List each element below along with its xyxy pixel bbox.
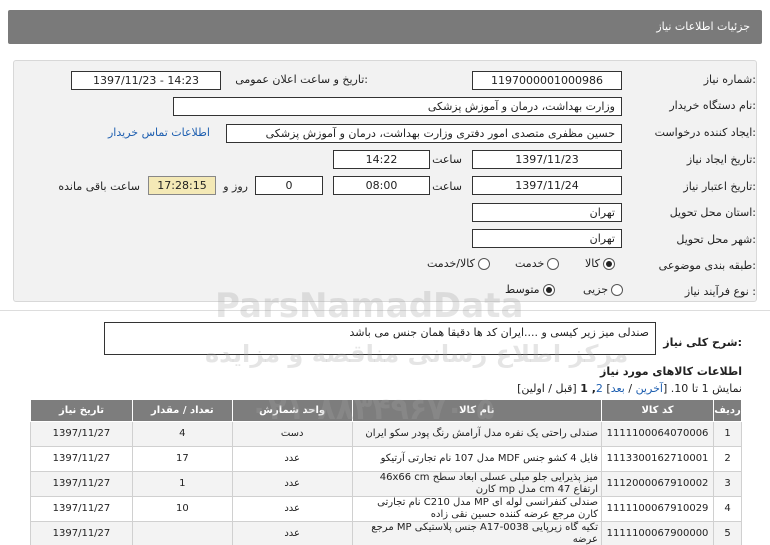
process-option-medium[interactable]: متوسط bbox=[505, 283, 555, 296]
row-index: 1 bbox=[713, 421, 742, 447]
row-date: 1397/11/27 bbox=[30, 521, 133, 545]
remaining-days-field: 0 bbox=[255, 176, 323, 195]
created-date-label: تاریخ ایجاد نیاز: bbox=[686, 153, 756, 166]
pagination-current-page: , 1 bbox=[580, 382, 596, 395]
province-field: تهران bbox=[472, 203, 622, 222]
category-label: طبقه بندی موضوعی: bbox=[658, 259, 756, 272]
process-label: نوع فرآیند نیاز : bbox=[684, 285, 756, 298]
buyer-field: وزارت بهداشت، درمان و آموزش پزشکی bbox=[173, 97, 622, 116]
row-code: 1112000067910002 bbox=[601, 471, 715, 497]
remaining-time-field: 17:28:15 bbox=[148, 176, 216, 195]
pagination-next-link[interactable]: بعد bbox=[611, 382, 625, 395]
radio-unchecked-icon bbox=[547, 257, 560, 270]
remaining-days-label: روز و bbox=[223, 180, 248, 193]
remaining-time-label: ساعت باقی مانده bbox=[58, 180, 140, 193]
row-date: 1397/11/27 bbox=[30, 421, 133, 447]
created-time-label: ساعت bbox=[432, 153, 462, 166]
row-qty bbox=[131, 521, 233, 545]
row-qty: 1 bbox=[131, 471, 233, 497]
page-header: جزئیات اطلاعات نیاز bbox=[8, 10, 762, 44]
row-unit: عدد bbox=[231, 446, 353, 472]
row-name: صندلی راحتی یک نفره مدل آرامش رنگ پودر س… bbox=[351, 421, 603, 447]
row-code: 1111100067900000 bbox=[601, 521, 715, 545]
validity-time-label: ساعت bbox=[432, 180, 462, 193]
category-option-service[interactable]: خدمت bbox=[515, 257, 560, 270]
city-label: شهر محل تحویل: bbox=[676, 233, 756, 246]
category-option-goods-service[interactable]: کالا/خدمت bbox=[427, 257, 490, 270]
validity-time-field: 08:00 bbox=[333, 176, 430, 195]
row-index: 3 bbox=[713, 471, 742, 497]
row-unit: عدد bbox=[231, 471, 353, 497]
table-header-row: ردیف کد کالا نام کالا واحد شمارش تعداد /… bbox=[30, 399, 742, 422]
row-name: تکیه گاه زیرپایی A17-0038 جنس پلاستیکی M… bbox=[351, 521, 603, 545]
row-code: 1111100064070006 bbox=[601, 421, 715, 447]
row-unit: عدد bbox=[231, 521, 353, 545]
table-row: 3 1112000067910002 میز پذیرایی جلو مبلی … bbox=[30, 471, 742, 497]
col-name-header: نام کالا bbox=[351, 399, 603, 422]
city-field: تهران bbox=[472, 229, 622, 248]
radio-unchecked-icon bbox=[477, 257, 490, 270]
row-unit: عدد bbox=[231, 496, 353, 522]
row-index: 4 bbox=[713, 496, 742, 522]
table-row: 5 1111100067900000 تکیه گاه زیرپایی A17-… bbox=[30, 521, 742, 545]
validity-date-label: تاریخ اعتبار نیاز: bbox=[683, 180, 756, 193]
row-index: 5 bbox=[713, 521, 742, 545]
announce-field: 1397/11/23 - 14:23 bbox=[71, 71, 221, 90]
creator-label: ایجاد کننده درخواست: bbox=[654, 126, 756, 139]
row-qty: 17 bbox=[131, 446, 233, 472]
need-number-label: شماره نیاز: bbox=[703, 73, 756, 86]
process-option-minor[interactable]: جزیی bbox=[583, 283, 624, 296]
col-date-header: تاریخ نیاز bbox=[30, 399, 133, 422]
radio-checked-icon bbox=[602, 257, 615, 270]
announce-label: تاریخ و ساعت اعلان عمومی: bbox=[235, 73, 368, 86]
need-number-field: 1197000001000986 bbox=[472, 71, 622, 90]
goods-section-title: اطلاعات کالاهای مورد نیاز bbox=[600, 365, 742, 378]
created-time-field: 14:22 bbox=[333, 150, 430, 169]
col-qty-header: تعداد / مقدار bbox=[131, 399, 233, 422]
col-unit-header: واحد شمارش bbox=[231, 399, 353, 422]
table-row: 1 1111100064070006 صندلی راحتی یک نفره م… bbox=[30, 421, 742, 447]
category-option-goods[interactable]: کالا bbox=[585, 257, 615, 270]
table-row: 4 1111100067910029 صندلی کنفرانسی لوله ا… bbox=[30, 496, 742, 522]
pagination: نمایش 1 تا 10. [آخرین / بعد] 2, 1 [قبل /… bbox=[517, 382, 742, 395]
row-name: فایل 4 کشو جنس MDF مدل 107 نام تجارتی آر… bbox=[351, 446, 603, 472]
buyer-label: نام دستگاه خریدار: bbox=[669, 99, 756, 112]
row-name: صندلی کنفرانسی لوله ای MP مدل C210 نام ت… bbox=[351, 496, 603, 522]
row-unit: دست bbox=[231, 421, 353, 447]
col-code-header: کد کالا bbox=[601, 399, 715, 422]
description-field: صندلی میز زیر کیسی و ....ایران کد ها دقی… bbox=[104, 322, 656, 355]
creator-field: حسین مظفری متصدی امور دفتری وزارت بهداشت… bbox=[226, 124, 622, 143]
row-qty: 10 bbox=[131, 496, 233, 522]
row-name: میز پذیرایی جلو مبلی عسلی ابعاد سطح 46x6… bbox=[351, 471, 603, 497]
goods-table: ردیف کد کالا نام کالا واحد شمارش تعداد /… bbox=[30, 399, 742, 545]
radio-unchecked-icon bbox=[611, 283, 624, 296]
row-code: 1113300162710001 bbox=[601, 446, 715, 472]
buyer-contact-link[interactable]: اطلاعات تماس خریدار bbox=[108, 126, 210, 139]
divider bbox=[0, 310, 770, 311]
province-label: استان محل تحویل: bbox=[669, 206, 756, 219]
radio-checked-icon bbox=[542, 283, 555, 296]
description-label: شرح کلی نیاز: bbox=[663, 336, 742, 349]
row-code: 1111100067910029 bbox=[601, 496, 715, 522]
row-index: 2 bbox=[713, 446, 742, 472]
page-title: جزئیات اطلاعات نیاز bbox=[656, 20, 750, 33]
validity-date-field: 1397/11/24 bbox=[472, 176, 622, 195]
row-qty: 4 bbox=[131, 421, 233, 447]
row-date: 1397/11/27 bbox=[30, 496, 133, 522]
table-row: 2 1113300162710001 فایل 4 کشو جنس MDF مد… bbox=[30, 446, 742, 472]
created-date-field: 1397/11/23 bbox=[472, 150, 622, 169]
row-date: 1397/11/27 bbox=[30, 446, 133, 472]
pagination-last-link[interactable]: آخرین bbox=[636, 382, 663, 395]
row-date: 1397/11/27 bbox=[30, 471, 133, 497]
pagination-page-2-link[interactable]: 2 bbox=[596, 382, 603, 395]
col-index-header: ردیف bbox=[713, 399, 742, 422]
